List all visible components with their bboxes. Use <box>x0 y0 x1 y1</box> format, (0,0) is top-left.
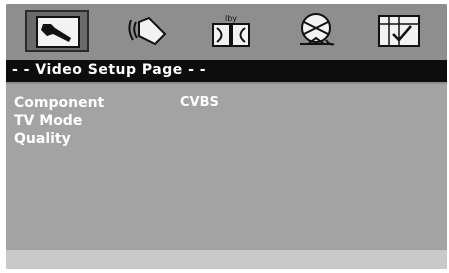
wrench-icon <box>36 16 80 48</box>
setting-component[interactable]: Component <box>14 95 104 111</box>
page-title-bar: - - Video Setup Page - - <box>6 60 447 82</box>
menu-tab-bar: lby <box>6 4 447 58</box>
satellite-icon <box>300 13 335 46</box>
setting-quality[interactable]: Quality <box>14 131 71 147</box>
dolby-label: lby <box>225 14 237 23</box>
help-bar <box>6 250 447 269</box>
tab-video-setup[interactable] <box>284 10 348 52</box>
dolby-icon: lby <box>212 14 250 47</box>
settings-panel: Component CVBS TV Mode Quality <box>6 84 447 250</box>
tab-audio-setup[interactable] <box>119 10 183 52</box>
setting-tv-mode[interactable]: TV Mode <box>14 113 82 129</box>
speaker-icon <box>128 16 167 46</box>
osd-screen: lby - - Video Setup Page - - Component C… <box>6 4 447 269</box>
checklist-icon <box>378 15 420 47</box>
page-title: - - Video Setup Page - - <box>12 62 207 78</box>
tab-general-setup[interactable] <box>25 10 89 52</box>
setting-component-value: CVBS <box>180 95 219 110</box>
tab-dolby-setup[interactable]: lby <box>199 10 263 52</box>
tab-preference-setup[interactable] <box>367 10 431 52</box>
